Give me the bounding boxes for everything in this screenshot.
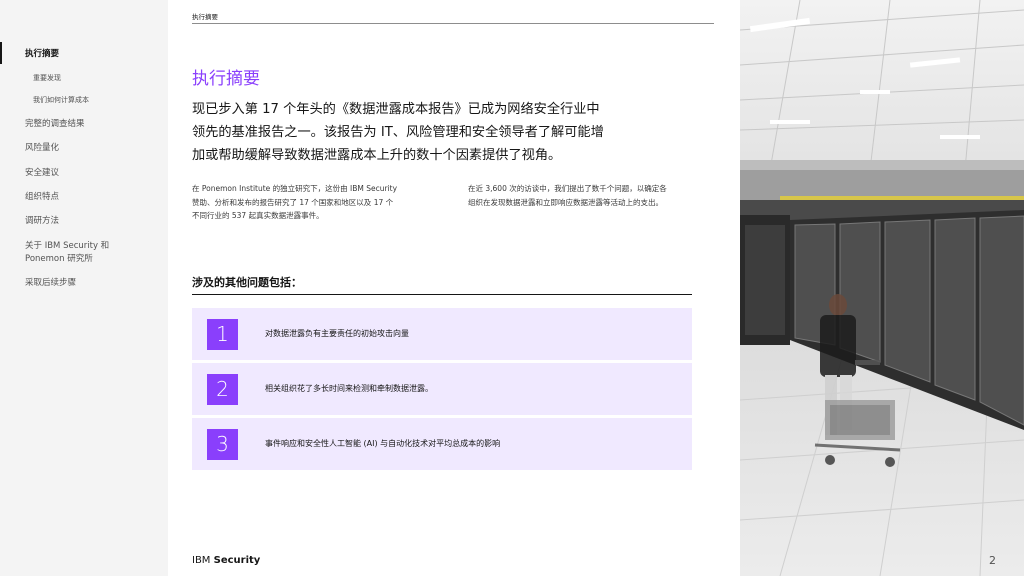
- question-item: 3 事件响应和安全性人工智能 (AI) 与自动化技术对平均总成本的影响: [192, 418, 692, 470]
- nav-item-executive-summary[interactable]: 执行摘要: [25, 48, 59, 60]
- nav-item-organization-characteristics[interactable]: 组织特点: [25, 191, 59, 203]
- data-center-photo: 2: [740, 0, 1024, 576]
- nav-item-security-recommendations[interactable]: 安全建议: [25, 167, 59, 179]
- ibm-security-logo: IBM Security: [192, 555, 260, 566]
- body-line: 在近 3,600 次的访谈中，我们提出了数千个问题，以确定各: [468, 184, 667, 193]
- page-title: 执行摘要: [192, 69, 260, 89]
- questions-heading: 涉及的其他问题包括：: [192, 276, 302, 289]
- question-number-badge: 3: [207, 429, 238, 460]
- question-text: 事件响应和安全性人工智能 (AI) 与自动化技术对平均总成本的影响: [265, 439, 501, 448]
- intro-paragraph: 现已步入第 17 个年头的《数据泄露成本报告》已成为网络安全行业中 领先的基准报…: [192, 98, 642, 167]
- nav-item-risk-quantification[interactable]: 风险量化: [25, 142, 59, 154]
- nav-item-next-steps[interactable]: 采取后续步骤: [25, 277, 76, 289]
- nav-item-about-ponemon[interactable]: Ponemon 研究所: [25, 253, 93, 265]
- logo-security: Security: [213, 555, 261, 566]
- body-line: 不同行业的 537 起真实数据泄露事件。: [192, 211, 324, 220]
- question-item: 1 对数据泄露负有主要责任的初始攻击向量: [192, 308, 692, 360]
- nav-item-research-methodology[interactable]: 调研方法: [25, 215, 59, 227]
- logo-ibm: IBM: [192, 555, 211, 566]
- body-line: 在 Ponemon Institute 的独立研究下，这份由 IBM Secur…: [192, 184, 398, 193]
- question-item: 2 相关组织花了多长时间来检测和牵制数据泄露。: [192, 363, 692, 415]
- nav-subitem-cost-calculation[interactable]: 我们如何计算成本: [33, 94, 89, 106]
- page-number: 2: [989, 554, 996, 567]
- section-header-label: 执行摘要: [192, 13, 218, 21]
- sidebar-nav: 执行摘要 重要发现 我们如何计算成本 完整的调查结果 风险量化 安全建议 组织特…: [0, 0, 168, 576]
- question-number-badge: 2: [207, 374, 238, 405]
- question-text: 对数据泄露负有主要责任的初始攻击向量: [265, 329, 409, 338]
- nav-item-about-ibm-security[interactable]: 关于 IBM Security 和: [25, 240, 109, 252]
- intro-line: 加或帮助缓解导致数据泄露成本上升的数十个因素提供了视角。: [192, 148, 562, 163]
- nav-subitem-key-findings[interactable]: 重要发现: [33, 72, 61, 84]
- main-content: 执行摘要 执行摘要 现已步入第 17 个年头的《数据泄露成本报告》已成为网络安全…: [168, 0, 740, 576]
- question-number-badge: 1: [207, 319, 238, 350]
- intro-line: 现已步入第 17 个年头的《数据泄露成本报告》已成为网络安全行业中: [192, 102, 600, 117]
- body-line: 赞助、分析和发布的报告研究了 17 个国家和地区以及 17 个: [192, 197, 394, 207]
- nav-item-complete-findings[interactable]: 完整的调查结果: [25, 118, 85, 130]
- body-column-left: 在 Ponemon Institute 的独立研究下，这份由 IBM Secur…: [192, 182, 417, 223]
- active-indicator: [0, 42, 2, 64]
- question-text: 相关组织花了多长时间来检测和牵制数据泄露。: [265, 384, 433, 393]
- intro-line: 领先的基准报告之一。该报告为 IT、风险管理和安全领导者了解可能增: [192, 125, 604, 140]
- body-column-right: 在近 3,600 次的访谈中，我们提出了数千个问题，以确定各 组织在发现数据泄露…: [468, 182, 698, 209]
- header-divider: [192, 23, 714, 24]
- questions-divider: [192, 294, 692, 295]
- body-line: 组织在发现数据泄露和立即响应数据泄露等活动上的支出。: [468, 197, 663, 207]
